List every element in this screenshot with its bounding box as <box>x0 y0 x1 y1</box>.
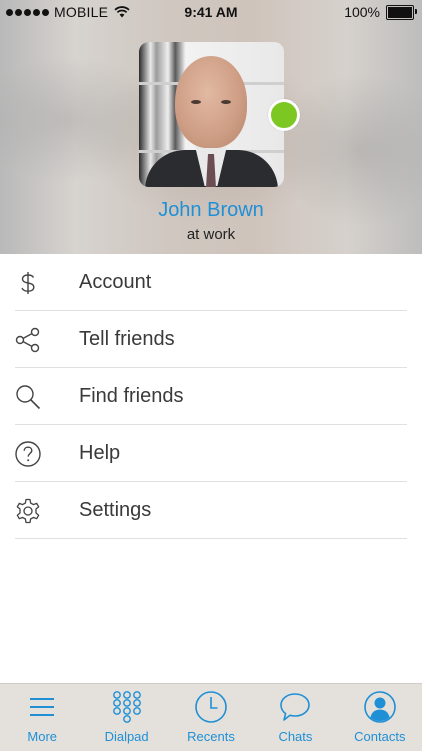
menu-item-label: Find friends <box>79 385 184 407</box>
tab-label: More <box>27 729 58 744</box>
profile-status[interactable]: at work <box>0 226 422 243</box>
clock-icon <box>195 691 227 723</box>
contact-icon <box>364 691 396 723</box>
avatar[interactable] <box>139 42 284 187</box>
menu-item-find-friends[interactable]: Find friends <box>0 368 422 425</box>
battery-icon <box>386 4 417 20</box>
profile-header: MOBILE 9:41 AM 100% John Brown at work <box>0 0 422 254</box>
divider <box>15 538 407 539</box>
tab-chats[interactable]: Chats <box>253 684 337 751</box>
menu-item-account[interactable]: Account <box>0 254 422 311</box>
dialpad-icon <box>112 691 141 723</box>
dollar-icon <box>21 272 35 294</box>
status-bar: MOBILE 9:41 AM 100% <box>0 0 422 24</box>
menu-item-label: Tell friends <box>79 328 175 350</box>
tab-label: Recents <box>187 729 235 744</box>
help-icon <box>15 441 41 467</box>
tab-bar: More Dialpad Recents Chats Contacts <box>0 683 422 751</box>
tab-contacts[interactable]: Contacts <box>338 684 422 751</box>
settings-menu: Account Tell friends Find friends Help S… <box>0 254 422 539</box>
tab-more[interactable]: More <box>0 684 84 751</box>
battery-percent: 100% <box>344 4 380 20</box>
menu-item-label: Account <box>79 271 152 293</box>
menu-item-tell-friends[interactable]: Tell friends <box>0 311 422 368</box>
chat-bubble-icon <box>280 693 311 721</box>
menu-item-label: Help <box>79 442 121 464</box>
menu-icon <box>30 698 55 716</box>
tab-dialpad[interactable]: Dialpad <box>84 684 168 751</box>
search-icon <box>16 385 41 410</box>
menu-item-settings[interactable]: Settings <box>0 482 422 539</box>
tab-recents[interactable]: Recents <box>169 684 253 751</box>
gear-icon <box>16 498 40 524</box>
presence-indicator <box>268 99 300 131</box>
profile-name[interactable]: John Brown <box>0 199 422 222</box>
share-icon <box>15 327 40 353</box>
tab-label: Chats <box>278 729 313 744</box>
tab-label: Dialpad <box>104 729 149 744</box>
menu-item-label: Settings <box>79 499 152 521</box>
tab-label: Contacts <box>354 729 406 744</box>
menu-item-help[interactable]: Help <box>0 425 422 482</box>
